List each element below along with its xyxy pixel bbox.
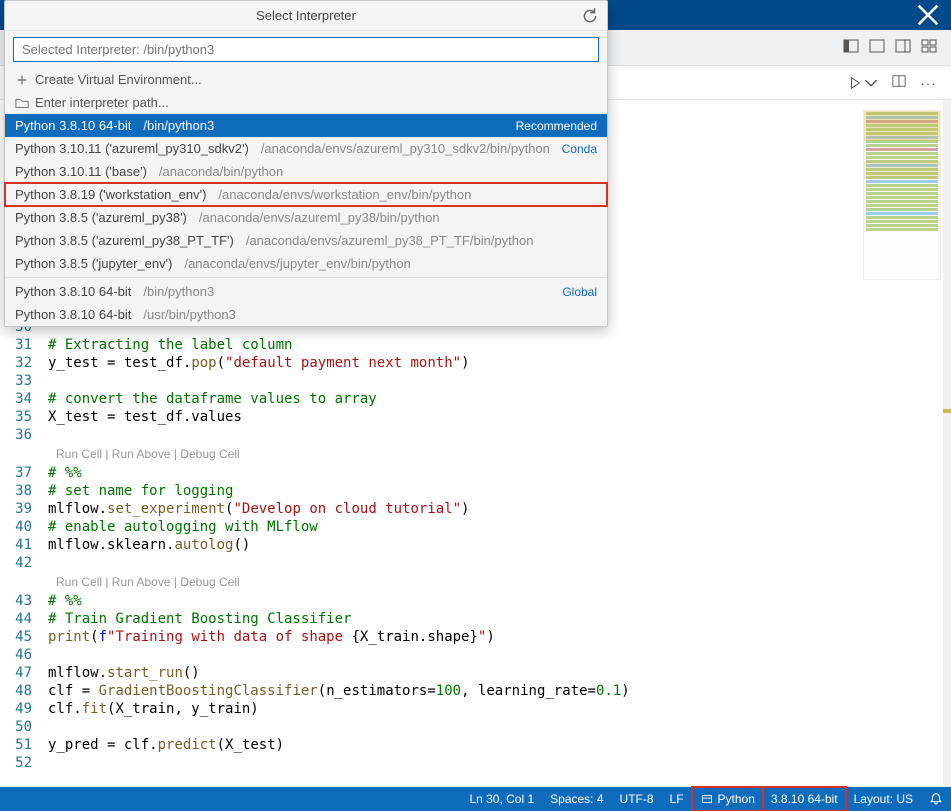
interpreter-option[interactable]: Python 3.8.10 64-bit/bin/python3Global [5, 280, 607, 303]
line-number: 42 [0, 554, 48, 572]
status-ln-col[interactable]: Ln 30, Col 1 [461, 787, 542, 811]
enter-interpreter-path-action[interactable]: Enter interpreter path... [5, 91, 607, 114]
code-line[interactable]: 33 [0, 372, 856, 390]
code-line[interactable]: 45print(f"Training with data of shape {X… [0, 628, 856, 646]
codelens[interactable]: Run Cell | Run Above | Debug Cell [0, 572, 856, 592]
status-indent[interactable]: Spaces: 4 [542, 787, 611, 811]
interpreter-option[interactable]: Python 3.8.5 ('azureml_py38')/anaconda/e… [5, 206, 607, 229]
code-line[interactable]: 39mlflow.set_experiment("Develop on clou… [0, 500, 856, 518]
interpreter-option[interactable]: Python 3.10.11 ('azureml_py310_sdkv2')/a… [5, 137, 607, 160]
status-keyboard-layout[interactable]: Layout: US [846, 787, 921, 811]
code-line[interactable]: 41mlflow.sklearn.autolog() [0, 536, 856, 554]
code-line[interactable]: 46 [0, 646, 856, 664]
panel-bottom-icon[interactable] [869, 38, 885, 57]
line-number: 45 [0, 628, 48, 646]
panel-right-icon[interactable] [895, 38, 911, 57]
code-line[interactable]: 38# set name for logging [0, 482, 856, 500]
code-line[interactable]: 42 [0, 554, 856, 572]
code-line[interactable]: 31# Extracting the label column [0, 336, 856, 354]
interpreter-option[interactable]: Python 3.8.5 ('azureml_py38_PT_TF')/anac… [5, 229, 607, 252]
line-number: 40 [0, 518, 48, 536]
line-number: 35 [0, 408, 48, 426]
line-number: 46 [0, 646, 48, 664]
line-number: 37 [0, 464, 48, 482]
line-number: 43 [0, 592, 48, 610]
status-encoding[interactable]: UTF-8 [612, 787, 662, 811]
code-line[interactable]: 47mlflow.start_run() [0, 664, 856, 682]
interpreter-picker-title: Select Interpreter [5, 1, 607, 31]
line-number: 52 [0, 754, 48, 772]
code-line[interactable]: 52 [0, 754, 856, 772]
code-line[interactable]: 36 [0, 426, 856, 444]
close-icon[interactable] [913, 0, 943, 30]
more-actions-icon[interactable]: ··· [920, 75, 937, 91]
interpreter-option[interactable]: Python 3.8.5 ('jupyter_env')/anaconda/en… [5, 252, 607, 275]
interpreter-option[interactable]: Python 3.8.19 ('workstation_env')/anacon… [5, 183, 607, 206]
line-number: 47 [0, 664, 48, 682]
interpreter-option[interactable]: Python 3.10.11 ('base')/anaconda/bin/pyt… [5, 160, 607, 183]
status-eol[interactable]: LF [662, 787, 692, 811]
line-number: 32 [0, 354, 48, 372]
layout-grid-icon[interactable] [921, 38, 937, 57]
create-virtual-env-action[interactable]: Create Virtual Environment... [5, 68, 607, 91]
refresh-icon[interactable] [581, 7, 599, 25]
line-number: 36 [0, 426, 48, 444]
line-number: 39 [0, 500, 48, 518]
code-line[interactable]: 35X_test = test_df.values [0, 408, 856, 426]
code-line[interactable]: 32y_test = test_df.pop("default payment … [0, 354, 856, 372]
line-number: 31 [0, 336, 48, 354]
code-line[interactable]: 40# enable autologging with MLflow [0, 518, 856, 536]
notifications-icon[interactable] [921, 787, 951, 811]
code-line[interactable]: 49clf.fit(X_train, y_train) [0, 700, 856, 718]
line-number: 38 [0, 482, 48, 500]
line-number: 48 [0, 682, 48, 700]
status-bar: Ln 30, Col 1 Spaces: 4 UTF-8 LF Python 3… [0, 787, 951, 811]
line-number: 49 [0, 700, 48, 718]
line-number: 34 [0, 390, 48, 408]
panel-left-icon[interactable] [843, 38, 859, 57]
code-line[interactable]: 50 [0, 718, 856, 736]
code-line[interactable]: 51y_pred = clf.predict(X_test) [0, 736, 856, 754]
interpreter-option[interactable]: Python 3.8.10 64-bit/usr/bin/python3 [5, 303, 607, 326]
code-line[interactable]: 37# %% [0, 464, 856, 482]
interpreter-picker: Select Interpreter Create Virtual Enviro… [4, 0, 608, 327]
line-number: 41 [0, 536, 48, 554]
code-line[interactable]: 34# convert the dataframe values to arra… [0, 390, 856, 408]
codelens[interactable]: Run Cell | Run Above | Debug Cell [0, 444, 856, 464]
overview-ruler[interactable] [943, 100, 951, 787]
status-python-interpreter[interactable]: 3.8.10 64-bit [763, 787, 846, 811]
code-line[interactable]: 43# %% [0, 592, 856, 610]
line-number: 51 [0, 736, 48, 754]
minimap[interactable] [863, 110, 941, 280]
status-language-mode[interactable]: Python [692, 787, 763, 811]
run-button[interactable] [848, 76, 878, 90]
code-line[interactable]: 48clf = GradientBoostingClassifier(n_est… [0, 682, 856, 700]
line-number: 33 [0, 372, 48, 390]
line-number: 50 [0, 718, 48, 736]
line-number: 44 [0, 610, 48, 628]
interpreter-search-input[interactable] [13, 37, 599, 62]
interpreter-option[interactable]: Python 3.8.10 64-bit/bin/python3Recommen… [5, 114, 607, 137]
code-line[interactable]: 44# Train Gradient Boosting Classifier [0, 610, 856, 628]
split-editor-icon[interactable] [892, 74, 906, 91]
